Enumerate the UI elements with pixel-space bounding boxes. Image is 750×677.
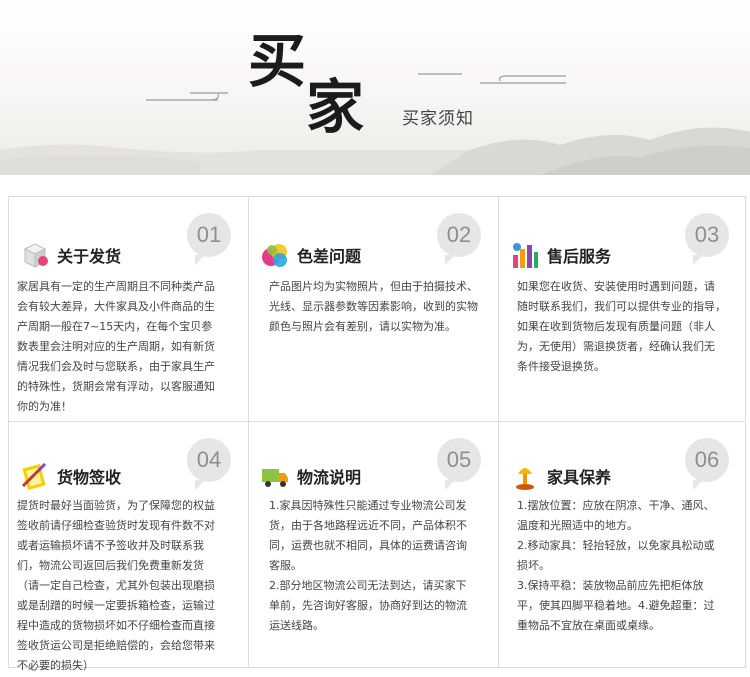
bar-chart-icon	[513, 243, 538, 268]
text-line: 3.保持平稳：装放物品前应先把柜体放	[517, 579, 704, 592]
text-line: 如果在收到货物后发现有质量问题（非人	[517, 320, 715, 333]
section-body: 提货时最好当面验货，为了保障您的权益 签收前请仔细检查验货时发现有件数不对 或者…	[17, 496, 215, 676]
text-line: 产周期一般在7~15天内，在每个宝贝参	[17, 320, 213, 333]
section-receipt: 04 货物签收 提货时最好当面验货，为了保障您的权益 签收前请仔细检查验货时发现…	[9, 422, 249, 672]
section-number: 02	[437, 213, 481, 265]
notice-grid: 01 关于发货 家居具有一定的生产周期且不同种类产品 会有较大差异，大件家具及小…	[8, 196, 746, 672]
text-line: 同，运费也就不相同，具体的运费请咨询	[269, 539, 467, 552]
text-line: 的特殊性，货期会常有浮动，以客服通知	[17, 380, 215, 393]
text-line: 温度和光照适中的地方。	[517, 519, 638, 532]
section-number: 01	[187, 213, 231, 265]
text-line: 产品图片均为实物照片，但由于拍摄技术、	[269, 280, 478, 293]
text-line: 或者运输损坏请不予签收并及时联系我	[17, 539, 204, 552]
section-title: 家具保养	[547, 468, 612, 487]
text-line: 客服。	[269, 559, 302, 572]
section-title: 物流说明	[297, 468, 362, 487]
text-line: 程中造成的货物损坏如不仔细检查而直接	[17, 619, 215, 632]
section-shipping: 01 关于发货 家居具有一定的生产周期且不同种类产品 会有较大差异，大件家具及小…	[9, 197, 249, 422]
delivery-truck-icon	[262, 469, 288, 487]
text-line: 随时联系我们，我们可以提供专业的指导，	[517, 300, 726, 313]
section-number: 03	[685, 213, 729, 265]
text-line: 运送线路。	[269, 619, 324, 632]
section-number: 06	[685, 438, 729, 490]
text-line: 你的为准！	[17, 400, 72, 413]
section-body: 产品图片均为实物照片，但由于拍摄技术、 光线、显示器参数等因素影响，收到的实物 …	[269, 277, 478, 337]
section-title: 货物签收	[57, 468, 122, 487]
text-line: 2.部分地区物流公司无法到达，请买家下	[269, 579, 467, 592]
landscape-decoration	[0, 73, 750, 175]
section-title: 关于发货	[57, 247, 122, 266]
text-line: 情况我们会及时与您联系，由于家具生产	[17, 360, 215, 373]
text-line: 1.家具因特殊性只能通过专业物流公司发	[269, 499, 467, 512]
text-line: 2.移动家具：轻抬轻放，以免家具松动或	[517, 539, 715, 552]
text-line: 数表里会注明对应的生产周期，如有新货	[17, 340, 215, 353]
text-line: 会有较大差异，大件家具及小件商品的生	[17, 300, 215, 313]
section-number: 05	[437, 438, 481, 490]
section-body: 1.摆放位置：应放在阴凉、干净、通风、 温度和光照适中的地方。 2.移动家具：轻…	[517, 496, 715, 636]
text-line: 单前，先咨询好客服，协商好到达的物流	[269, 599, 467, 612]
sign-pen-icon	[21, 462, 47, 490]
color-palette-icon	[262, 244, 287, 267]
text-line: 们，物流公司返回后我们免费重新发货	[17, 559, 204, 572]
header-banner: 买 家 买家须知	[0, 0, 750, 175]
text-line: 货，由于各地路程远近不同，产品体积不	[269, 519, 467, 532]
package-icon	[23, 243, 48, 268]
section-body: 1.家具因特殊性只能通过专业物流公司发 货，由于各地路程远近不同，产品体积不 同…	[269, 496, 467, 636]
section-body: 家居具有一定的生产周期且不同种类产品 会有较大差异，大件家具及小件商品的生 产周…	[17, 277, 215, 417]
section-title: 售后服务	[547, 247, 612, 266]
text-line: 如果您在收货、安装使用时遇到问题，请	[517, 280, 715, 293]
section-title: 色差问题	[297, 247, 362, 266]
section-logistics: 05 物流说明 1.家具因特殊性只能通过专业物流公司发 货，由于各地路程远近不同…	[249, 422, 499, 667]
text-line: 不必要的损失）	[17, 659, 94, 672]
text-line: 签收货运公司是拒绝赔偿的，会给您带来	[17, 639, 215, 652]
text-line: 重物品不宜放在桌面或桌缘。	[517, 619, 660, 632]
section-color-difference: 02 色差问题 产品图片均为实物照片，但由于拍摄技术、 光线、显示器参数等因素影…	[249, 197, 499, 422]
text-line: 损坏。	[517, 559, 550, 572]
text-line: （请一定自己检查，尤其外包装出现磨损	[17, 579, 215, 592]
page-subtitle: 买家须知	[402, 109, 474, 129]
section-after-sales: 03 售后服务 如果您在收货、安装使用时遇到问题，请 随时联系我们，我们可以提供…	[499, 197, 745, 422]
text-line: 为，无使用）需退换货者，经确认我们无	[517, 340, 715, 353]
section-furniture-care: 06 家具保养 1.摆放位置：应放在阴凉、干净、通风、 温度和光照适中的地方。 …	[499, 422, 745, 667]
section-number: 04	[187, 438, 231, 490]
title-char-home: 家	[306, 73, 365, 141]
text-line: 或是刮蹭的时候一定要拆箱检查，运输过	[17, 599, 215, 612]
text-line: 颜色与照片会有差别，请以实物为准。	[269, 320, 456, 333]
text-line: 提货时最好当面验货，为了保障您的权益	[17, 499, 215, 512]
text-line: 家居具有一定的生产周期且不同种类产品	[17, 280, 215, 293]
text-line: 平，使其四脚平稳着地。4.避免超重：过	[517, 599, 715, 612]
text-line: 1.摆放位置：应放在阴凉、干净、通风、	[517, 499, 715, 512]
text-line: 条件接受退换货。	[517, 360, 605, 373]
text-line: 光线、显示器参数等因素影响，收到的实物	[269, 300, 478, 313]
text-line: 签收前请仔细检查验货时发现有件数不对	[17, 519, 215, 532]
section-body: 如果您在收货、安装使用时遇到问题，请 随时联系我们，我们可以提供专业的指导， 如…	[517, 277, 726, 377]
lamp-icon	[516, 468, 534, 490]
title-char-buy: 买	[248, 27, 307, 95]
